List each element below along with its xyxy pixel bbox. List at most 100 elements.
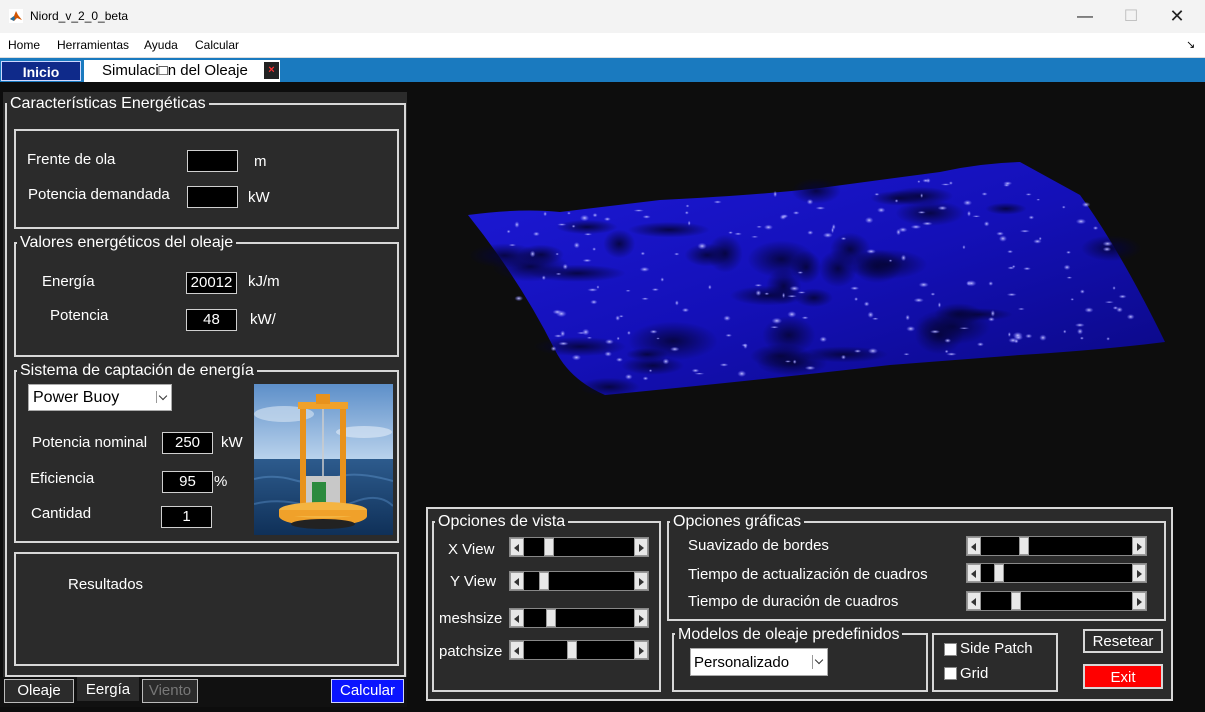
wave-crest xyxy=(944,349,949,354)
tab-simulacion-oleaje[interactable]: Simulaci□n del Oleaje xyxy=(84,60,280,82)
tab-oleaje[interactable]: Oleaje xyxy=(4,679,74,703)
wave-crest xyxy=(898,227,908,233)
wave-crest xyxy=(917,180,921,184)
wave-crest xyxy=(723,315,731,322)
wave-crest xyxy=(871,317,879,321)
wave-crest xyxy=(681,307,690,313)
cantidad-input[interactable]: 1 xyxy=(161,506,212,528)
wave-crest xyxy=(763,224,774,230)
menu-calcular[interactable]: Calcular xyxy=(195,38,239,52)
menu-ayuda[interactable]: Ayuda xyxy=(144,38,178,52)
meshsize-label: meshsize xyxy=(439,610,503,627)
slider-thumb[interactable] xyxy=(1010,592,1021,610)
arrow-left-icon[interactable] xyxy=(967,592,981,610)
wave-crest xyxy=(917,210,926,214)
wave-crest xyxy=(784,360,792,363)
arrow-right-icon[interactable] xyxy=(1132,592,1146,610)
calcular-button[interactable]: Calcular xyxy=(331,679,404,703)
arrow-right-icon[interactable] xyxy=(634,609,648,627)
wave-crest xyxy=(1070,297,1075,301)
cantidad-label: Cantidad xyxy=(31,505,92,522)
arrow-left-icon[interactable] xyxy=(510,572,524,590)
wave-crest xyxy=(1019,229,1031,233)
arrow-left-icon[interactable] xyxy=(967,564,981,582)
arrow-right-icon[interactable] xyxy=(634,641,648,659)
tab-energia[interactable]: Eergía xyxy=(77,677,139,701)
exit-button[interactable]: Exit xyxy=(1083,664,1163,689)
resetear-button[interactable]: Resetear xyxy=(1083,629,1163,653)
arrow-left-icon[interactable] xyxy=(510,641,524,659)
wave-crest xyxy=(1066,250,1072,254)
sistema-dropdown[interactable]: Power Buoy xyxy=(28,384,172,411)
modelos-dropdown[interactable]: Personalizado xyxy=(690,648,828,676)
minimize-button[interactable]: — xyxy=(1062,0,1108,33)
wave-trough xyxy=(556,219,618,235)
potencia-demandada-input[interactable] xyxy=(187,186,238,208)
wave-surface-plot[interactable] xyxy=(460,160,1170,400)
grid-checkbox[interactable] xyxy=(944,667,957,680)
eficiencia-input[interactable]: 95 xyxy=(162,471,213,493)
wave-crest xyxy=(590,299,598,305)
suavizado-slider[interactable] xyxy=(966,536,1147,556)
arrow-left-icon[interactable] xyxy=(510,538,524,556)
potencia-demandada-label: Potencia demandada xyxy=(28,186,170,203)
wave-crest xyxy=(815,206,826,210)
wave-crest xyxy=(557,223,567,226)
slider-thumb[interactable] xyxy=(546,609,556,627)
menu-overflow-icon[interactable]: ↘ xyxy=(1186,38,1195,51)
wave-crest xyxy=(670,346,680,352)
wave-crest xyxy=(1017,307,1025,311)
tab-viento[interactable]: Viento xyxy=(142,679,198,703)
arrow-left-icon[interactable] xyxy=(967,537,981,555)
wave-crest xyxy=(929,329,941,334)
wave-crest xyxy=(789,285,800,292)
tab-close-icon[interactable]: × xyxy=(264,62,279,79)
wave-crest xyxy=(864,216,874,224)
tab-inicio[interactable]: Inicio xyxy=(1,61,81,81)
wave-crest xyxy=(684,211,689,215)
xview-slider[interactable] xyxy=(509,537,649,557)
slider-thumb[interactable] xyxy=(567,641,577,659)
wave-trough xyxy=(1080,235,1142,262)
yview-slider[interactable] xyxy=(509,571,649,591)
wave-crest xyxy=(1075,218,1087,225)
wave-crest xyxy=(1025,333,1033,339)
wave-crest xyxy=(840,237,847,241)
meshsize-slider[interactable] xyxy=(509,608,649,628)
potencia-demandada-unit: kW xyxy=(248,189,270,206)
wave-crest xyxy=(660,277,665,282)
wave-crest xyxy=(1066,276,1073,279)
menu-herramientas[interactable]: Herramientas xyxy=(57,38,129,52)
menu-home[interactable]: Home xyxy=(8,38,40,52)
duracion-slider[interactable] xyxy=(966,591,1147,611)
frente-ola-input[interactable] xyxy=(187,150,238,172)
wave-crest xyxy=(514,221,520,229)
wave-crest xyxy=(940,183,951,186)
frente-ola-unit: m xyxy=(254,153,267,170)
wave-crest xyxy=(804,365,816,371)
wave-crest xyxy=(876,207,886,213)
arrow-right-icon[interactable] xyxy=(634,572,648,590)
arrow-right-icon[interactable] xyxy=(1132,564,1146,582)
close-window-button[interactable]: ✕ xyxy=(1154,0,1200,33)
slider-thumb[interactable] xyxy=(544,538,554,556)
patchsize-slider[interactable] xyxy=(509,640,649,660)
arrow-right-icon[interactable] xyxy=(634,538,648,556)
wave-crest xyxy=(641,297,650,301)
arrow-left-icon[interactable] xyxy=(510,609,524,627)
actualizacion-slider[interactable] xyxy=(966,563,1147,583)
potencia-nominal-label: Potencia nominal xyxy=(32,434,148,451)
wave-crest xyxy=(642,376,649,381)
wave-crest xyxy=(633,209,645,212)
slider-thumb[interactable] xyxy=(539,572,549,590)
slider-thumb[interactable] xyxy=(993,564,1004,582)
arrow-right-icon[interactable] xyxy=(1132,537,1146,555)
wave-crest xyxy=(807,230,814,235)
side-patch-checkbox[interactable] xyxy=(944,643,957,656)
wave-crest xyxy=(779,214,787,220)
slider-thumb[interactable] xyxy=(1019,537,1030,555)
maximize-button[interactable]: ☐ xyxy=(1108,0,1154,33)
potencia-nominal-input[interactable]: 250 xyxy=(162,432,213,454)
wave-crest xyxy=(1092,226,1099,231)
wave-crest xyxy=(1061,205,1066,209)
